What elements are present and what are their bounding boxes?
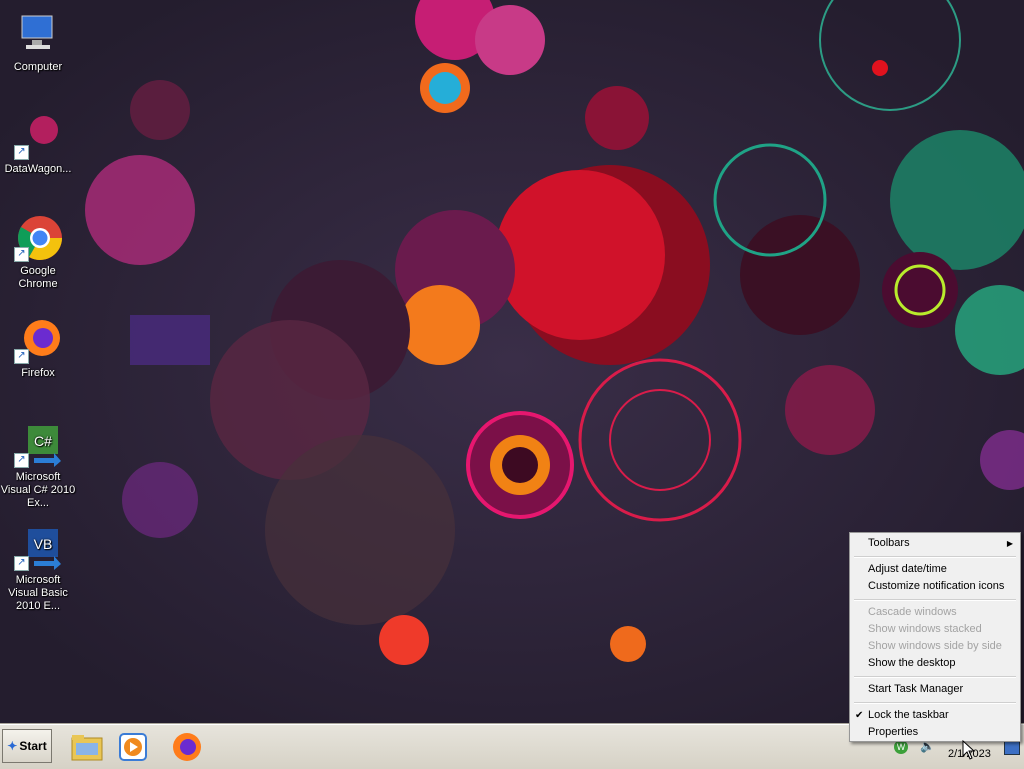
menu-item-show-desktop[interactable]: Show the desktop <box>852 655 1018 672</box>
shortcut-arrow-icon: ↗ <box>14 145 29 160</box>
firefox-icon: ↗ <box>14 316 62 364</box>
menu-item-cascade: Cascade windows <box>868 606 957 618</box>
desktop-icon-firefox[interactable]: ↗ Firefox <box>0 316 76 380</box>
action-center-icon[interactable] <box>1004 741 1020 755</box>
media-player-icon[interactable] <box>116 730 150 764</box>
menu-item-properties[interactable]: Properties <box>852 724 1018 741</box>
menu-item-stacked: Show windows stacked <box>868 623 982 635</box>
shortcut-arrow-icon: ↗ <box>14 349 29 364</box>
visual-csharp-icon: C# ↗ <box>14 420 62 468</box>
wagon-tray-icon[interactable]: W <box>894 740 908 754</box>
datawagon-icon: ↗ <box>14 112 62 160</box>
submenu-arrow-icon: ▶ <box>1006 539 1013 548</box>
menu-item-toolbars[interactable]: Toolbars ▶ <box>852 535 1018 552</box>
svg-text:VB: VB <box>34 536 53 552</box>
shortcut-arrow-icon: ↗ <box>14 556 29 571</box>
desktop-icon-datawagon[interactable]: ↗ DataWagon... <box>0 112 76 176</box>
menu-separator <box>854 676 1016 678</box>
shortcut-arrow-icon: ↗ <box>14 247 29 262</box>
desktop-icon-chrome[interactable]: ↗ Google Chrome <box>0 214 76 291</box>
menu-item-label: Toolbars <box>868 537 910 549</box>
desktop-icon-label: Microsoft Visual Basic 2010 E... <box>8 574 68 612</box>
desktop-icon-computer[interactable]: Computer <box>0 10 76 74</box>
desktop-icon-label: DataWagon... <box>4 163 72 175</box>
chrome-icon: ↗ <box>14 214 62 262</box>
svg-text:C#: C# <box>34 433 52 449</box>
menu-item-side-by-side: Show windows side by side <box>868 640 1002 652</box>
desktop-icon-label: Microsoft Visual C# 2010 Ex... <box>0 471 76 509</box>
menu-separator <box>854 599 1016 601</box>
menu-item-adjust-datetime[interactable]: Adjust date/time <box>852 561 1018 578</box>
desktop-icon-label: Google Chrome <box>18 265 58 290</box>
menu-item-task-manager[interactable]: Start Task Manager <box>852 681 1018 698</box>
start-label: Start <box>19 739 47 753</box>
desktop-icon-label: Computer <box>13 61 63 73</box>
windows-logo-icon: ✦ <box>7 739 18 753</box>
mouse-cursor-icon <box>962 740 976 760</box>
menu-item-label: Lock the taskbar <box>868 709 949 721</box>
desktop-icon-visual-csharp[interactable]: C# ↗ Microsoft Visual C# 2010 Ex... <box>0 420 76 510</box>
taskbar-context-menu: Toolbars ▶ Adjust date/time Customize no… <box>849 532 1021 742</box>
menu-separator <box>854 556 1016 558</box>
file-explorer-icon[interactable] <box>70 730 104 764</box>
desktop-icon-label: Firefox <box>21 367 55 379</box>
visual-basic-icon: VB ↗ <box>14 523 62 571</box>
menu-item-lock-taskbar[interactable]: ✔ Lock the taskbar <box>852 707 1018 724</box>
menu-item-customize-notification[interactable]: Customize notification icons <box>852 578 1018 595</box>
computer-icon <box>14 10 62 58</box>
start-button[interactable]: ✦ Start <box>2 729 52 763</box>
checkmark-icon: ✔ <box>855 710 864 721</box>
desktop-icon-visual-basic[interactable]: VB ↗ Microsoft Visual Basic 2010 E... <box>0 523 76 613</box>
firefox-taskbar-icon[interactable] <box>170 730 204 764</box>
shortcut-arrow-icon: ↗ <box>14 453 29 468</box>
menu-separator <box>854 702 1016 704</box>
